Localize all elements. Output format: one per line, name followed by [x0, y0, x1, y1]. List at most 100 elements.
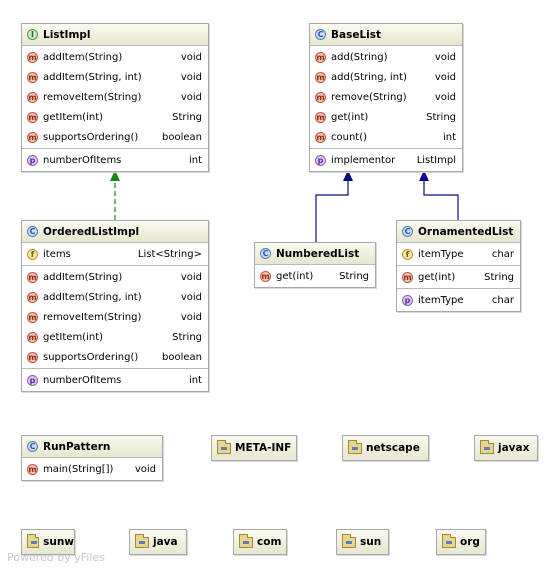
method-type: void: [180, 311, 202, 323]
package-org[interactable]: org: [436, 529, 486, 555]
field-name: itemType: [418, 248, 464, 260]
package-label: java: [153, 536, 178, 548]
method-type: String: [426, 111, 456, 123]
field-row[interactable]: f items List<String>: [22, 244, 208, 264]
property-name: itemType: [418, 294, 464, 306]
method-icon: m: [27, 463, 38, 475]
method-icon: m: [27, 111, 38, 123]
method-type: String: [172, 331, 202, 343]
class-box-runpattern[interactable]: C RunPattern m main(String[]) void: [21, 435, 163, 481]
method-name: supportsOrdering(): [43, 131, 139, 143]
method-type: void: [180, 271, 202, 283]
method-type: void: [180, 91, 202, 103]
field-row[interactable]: f itemType char: [397, 244, 520, 264]
method-name: getItem(int): [43, 331, 104, 343]
property-row[interactable]: p itemType char: [397, 290, 520, 310]
method-type: boolean: [162, 131, 202, 143]
class-icon: C: [260, 248, 271, 259]
package-label: META-INF: [235, 442, 292, 454]
fields-section: f items List<String>: [22, 243, 208, 266]
method-row[interactable]: m supportsOrdering() boolean: [22, 347, 208, 367]
folder-icon: [27, 533, 40, 548]
method-icon: m: [315, 71, 326, 83]
watermark: Powered by yFiles: [7, 551, 105, 564]
property-type: int: [188, 154, 202, 166]
method-row[interactable]: m add(String, int) void: [310, 67, 462, 87]
method-name: count(): [331, 131, 368, 143]
field-type: char: [491, 248, 514, 260]
method-icon: m: [27, 71, 38, 83]
package-javax[interactable]: javax: [474, 435, 538, 461]
method-row[interactable]: m addItem(String) void: [22, 47, 208, 67]
package-label: netscape: [366, 442, 420, 454]
class-icon: C: [27, 226, 38, 237]
package-java[interactable]: java: [129, 529, 187, 555]
method-row[interactable]: m get(int) String: [255, 266, 375, 286]
method-name: getItem(int): [43, 111, 104, 123]
method-name: add(String): [331, 51, 388, 63]
class-name: ListImpl: [43, 28, 91, 41]
method-name: add(String, int): [331, 71, 407, 83]
package-label: sun: [360, 536, 382, 548]
method-type: int: [442, 131, 456, 143]
property-row[interactable]: p implementor ListImpl: [310, 150, 462, 170]
method-icon: m: [27, 291, 38, 303]
method-row[interactable]: m get(int) String: [310, 107, 462, 127]
method-row[interactable]: m main(String[]) void: [22, 459, 162, 479]
method-icon: m: [315, 51, 326, 63]
class-box-orderedlistimpl[interactable]: C OrderedListImpl f items List<String> m ad…: [21, 220, 209, 392]
method-row[interactable]: m remove(String) void: [310, 87, 462, 107]
folder-icon: [217, 439, 231, 454]
property-row[interactable]: p numberOfItems int: [22, 150, 208, 170]
method-row[interactable]: m addItem(String) void: [22, 267, 208, 287]
package-meta-inf[interactable]: META-INF: [211, 435, 297, 461]
method-type: void: [180, 291, 202, 303]
method-icon: m: [315, 131, 326, 143]
property-row[interactable]: p numberOfItems int: [22, 370, 208, 390]
methods-section: m addItem(String) void m addItem(String, in…: [22, 266, 208, 369]
method-name: remove(String): [331, 91, 407, 103]
method-row[interactable]: m removeItem(String) void: [22, 307, 208, 327]
method-icon: m: [402, 271, 413, 283]
method-name: get(int): [418, 271, 456, 283]
method-type: void: [434, 51, 456, 63]
methods-section: m add(String) void m add(String, int) void m…: [310, 46, 462, 149]
method-type: void: [180, 71, 202, 83]
method-icon: m: [27, 91, 38, 103]
package-sun[interactable]: sun: [336, 529, 389, 555]
field-icon: f: [402, 248, 413, 260]
class-box-baselist[interactable]: C BaseList m add(String) void m add(String,…: [309, 23, 463, 172]
method-icon: m: [27, 131, 38, 143]
method-row[interactable]: m add(String) void: [310, 47, 462, 67]
method-row[interactable]: m removeItem(String) void: [22, 87, 208, 107]
method-row[interactable]: m addItem(String, int) void: [22, 67, 208, 87]
method-icon: m: [315, 111, 326, 123]
class-header: C RunPattern: [22, 436, 162, 458]
property-name: implementor: [331, 154, 396, 166]
folder-icon: [342, 533, 356, 548]
folder-icon: [239, 533, 253, 548]
class-box-numberedlist[interactable]: C NumberedList m get(int) String: [254, 242, 376, 288]
folder-icon: [348, 439, 362, 454]
method-row[interactable]: m getItem(int) String: [22, 107, 208, 127]
class-box-ornamentedlist[interactable]: C OrnamentedList f itemType char m get(int)…: [396, 220, 521, 312]
method-type: void: [434, 91, 456, 103]
package-com[interactable]: com: [233, 529, 287, 555]
method-row[interactable]: m get(int) String: [397, 267, 520, 287]
package-label: sunw: [43, 536, 74, 548]
methods-section: m get(int) String: [397, 266, 520, 289]
method-icon: m: [27, 271, 38, 283]
properties-section: p numberOfItems int: [22, 149, 208, 171]
class-box-listimpl[interactable]: I ListImpl m addItem(String) void m addItem…: [21, 23, 209, 172]
method-row[interactable]: m addItem(String, int) void: [22, 287, 208, 307]
method-row[interactable]: m count() int: [310, 127, 462, 147]
package-label: com: [257, 536, 282, 548]
method-row[interactable]: m getItem(int) String: [22, 327, 208, 347]
method-type: void: [134, 463, 156, 475]
class-header: I ListImpl: [22, 24, 208, 46]
package-netscape[interactable]: netscape: [342, 435, 429, 461]
method-type: void: [434, 71, 456, 83]
class-header: C BaseList: [310, 24, 462, 46]
method-icon: m: [27, 51, 38, 63]
method-row[interactable]: m supportsOrdering() boolean: [22, 127, 208, 147]
